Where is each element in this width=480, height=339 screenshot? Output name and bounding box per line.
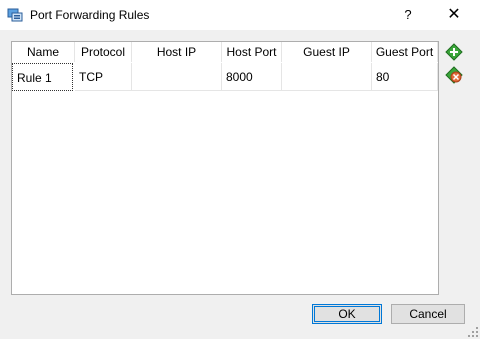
close-icon: ✕ [447,6,461,23]
column-header-host-ip[interactable]: Host IP [132,42,222,62]
column-header-protocol[interactable]: Protocol [75,42,132,62]
remove-rule-icon[interactable] [445,66,463,84]
title-bar: Port Forwarding Rules ? ✕ [0,0,480,30]
column-header-guest-ip[interactable]: Guest IP [282,42,372,62]
column-header-name[interactable]: Name [12,42,75,62]
cell-guest-ip[interactable] [282,63,372,91]
port-forwarding-icon [7,8,23,22]
cancel-button[interactable]: Cancel [391,304,465,324]
help-button[interactable]: ? [396,4,420,26]
column-header-guest-port[interactable]: Guest Port [372,42,438,62]
rules-table[interactable]: Name Protocol Host IP Host Port Guest IP… [11,41,439,295]
column-header-host-port[interactable]: Host Port [222,42,282,62]
cell-host-port[interactable]: 8000 [222,63,282,91]
add-rule-icon[interactable] [445,43,463,61]
cell-name[interactable]: Rule 1 [12,63,73,91]
cell-protocol[interactable]: TCP [75,63,132,91]
cell-host-ip[interactable] [132,63,222,91]
table-header: Name Protocol Host IP Host Port Guest IP… [12,42,438,62]
window-title: Port Forwarding Rules [30,8,150,22]
table-row[interactable]: Rule 1 TCP 8000 80 [12,63,438,91]
resize-grip-icon[interactable] [468,327,478,337]
cell-guest-port[interactable]: 80 [372,63,438,91]
close-button[interactable]: ✕ [442,4,466,26]
ok-button[interactable]: OK [312,304,382,324]
